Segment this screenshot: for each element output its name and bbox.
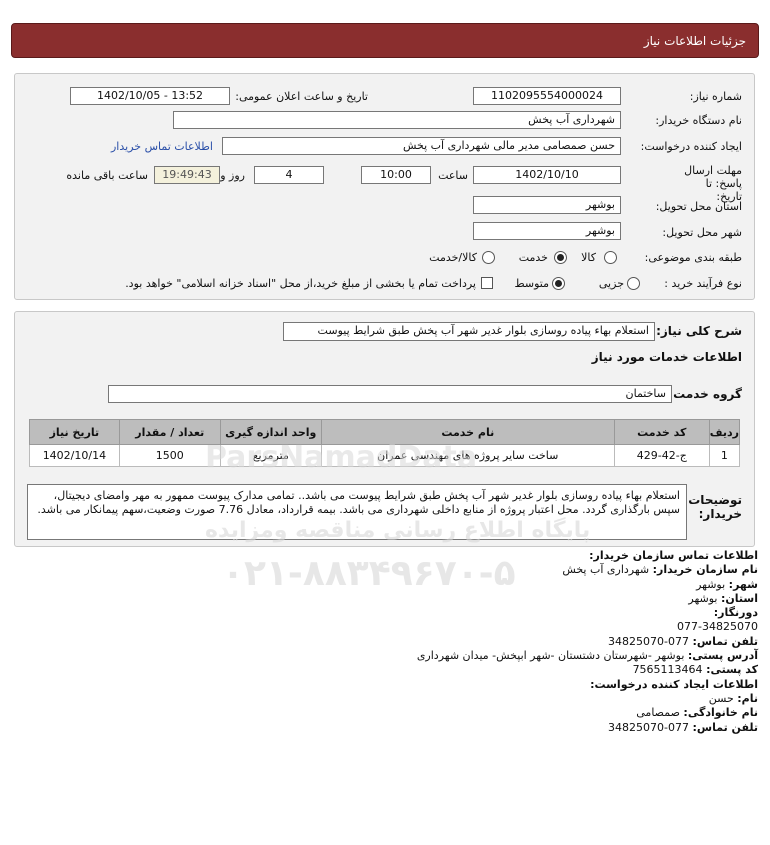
col-code: کد خدمت xyxy=(613,419,710,445)
col-row: ردیف xyxy=(708,419,741,445)
buyer-phone-line: تلفن تماس: 077-34825070 xyxy=(608,634,758,648)
page-title-bar: جزئيات اطلاعات نياز xyxy=(11,23,759,58)
treasury-payment-note: پرداخت تمام یا بخشی از مبلغ خرید،از محل … xyxy=(125,277,476,290)
process-medium-label: متوسط xyxy=(514,277,549,290)
process-minor-radio[interactable] xyxy=(627,277,640,290)
treasury-payment-checkbox[interactable] xyxy=(481,277,493,289)
col-date: تاریخ نیاز xyxy=(29,419,120,445)
buyer-postal-line: کد پستی: 7565113464 xyxy=(632,663,758,677)
cell-unit: مترمربع xyxy=(219,444,322,467)
creator-contact-heading: اطلاعات ایجاد کننده درخواست: xyxy=(590,677,758,691)
buyer-address-line: آدرس پستی: بوشهر -شهرستان دشتستان -شهر ا… xyxy=(416,649,758,663)
need-number-label: شماره نیاز: xyxy=(689,90,742,103)
cell-code: ج-42-429 xyxy=(613,444,710,467)
cell-name: ساخت سایر پروژه های مهندسی عمران xyxy=(320,444,615,467)
process-minor-label: جزیی xyxy=(598,277,624,290)
creator-label: ایجاد کننده درخواست: xyxy=(640,140,742,153)
province-label: استان محل تحویل: xyxy=(655,200,742,213)
category-goods-label: کالا xyxy=(581,251,596,264)
deadline-label: مهلت ارسال پاسخ: تا تاریخ: xyxy=(684,164,742,203)
category-goods-radio[interactable] xyxy=(604,251,617,264)
buyer-notes-field: استعلام بهاء پیاده روسازی بلوار غدیر شهر… xyxy=(27,484,687,540)
cell-qty: 1500 xyxy=(118,444,221,467)
announce-field: 1402/10/05 - 13:52 xyxy=(70,87,230,105)
contact-section: اطلاعات تماس سازمان خریدار: نام سازمان خ… xyxy=(18,549,758,735)
remaining-time-field: 19:49:43 xyxy=(154,166,220,184)
services-table: ردیف کد خدمت نام خدمت واحد اندازه گیری ت… xyxy=(29,419,741,467)
need-number-field: 1102095554000024 xyxy=(473,87,621,105)
city-label: شهر محل تحویل: xyxy=(662,226,742,239)
category-service-radio[interactable] xyxy=(554,251,567,264)
category-goods-service-radio[interactable] xyxy=(482,251,495,264)
buyer-org-field: شهرداری آب پخش xyxy=(173,111,621,129)
buyer-fax-value: 077-34825070 xyxy=(677,620,758,634)
category-goods-service-label: کالا/خدمت xyxy=(429,251,477,264)
category-service-label: خدمت xyxy=(518,251,548,264)
need-details-panel: شماره نیاز: 1102095554000024 تاریخ و ساع… xyxy=(14,73,755,300)
buyer-org-label: نام دستگاه خریدار: xyxy=(655,114,742,127)
creator-field: حسن صمصامی مدیر مالی شهرداری آب پخش xyxy=(222,137,621,155)
cell-row: 1 xyxy=(708,444,741,467)
need-summary-panel: شرح کلی نیاز: استعلام بهاء پیاده روسازی … xyxy=(14,311,755,547)
services-table-header: ردیف کد خدمت نام خدمت واحد اندازه گیری ت… xyxy=(29,419,741,445)
buyer-province-line: استان: بوشهر xyxy=(688,591,758,605)
col-qty: تعداد / مقدار xyxy=(118,419,221,445)
announce-label: تاریخ و ساعت اعلان عمومی: xyxy=(235,90,368,103)
process-medium-radio[interactable] xyxy=(552,277,565,290)
buyer-city-line: شهر: بوشهر xyxy=(696,577,758,591)
summary-field: استعلام بهاء پیاده روسازی بلوار غدیر شهر… xyxy=(283,322,655,341)
buyer-contact-heading: اطلاعات تماس سازمان خریدار: xyxy=(589,549,758,562)
days-label: روز و xyxy=(220,169,245,182)
buyer-contact-link[interactable]: اطلاعات تماس خریدار xyxy=(111,140,213,153)
remaining-label: ساعت باقی مانده xyxy=(66,169,148,182)
province-field: بوشهر xyxy=(473,196,621,214)
buyer-org-line: نام سازمان خریدار: شهرداری آب پخش xyxy=(562,563,758,577)
deadline-time-field: 10:00 xyxy=(361,166,431,184)
buyer-notes-label: توضیحات خریدار: xyxy=(688,493,742,521)
col-unit: واحد اندازه گیری xyxy=(219,419,322,445)
service-group-field: ساختمان xyxy=(108,385,672,403)
col-name: نام خدمت xyxy=(320,419,615,445)
table-row: 1 ج-42-429 ساخت سایر پروژه های مهندسی عم… xyxy=(29,444,741,467)
deadline-time-label: ساعت xyxy=(438,169,468,182)
process-label: نوع فرآیند خرید : xyxy=(664,277,742,290)
services-heading: اطلاعات خدمات مورد نیاز xyxy=(591,350,742,364)
creator-last-name-line: نام خانوادگی: صمصامی xyxy=(636,706,758,720)
service-group-label: گروه خدمت: xyxy=(668,387,742,401)
days-field: 4 xyxy=(254,166,324,184)
creator-phone-line: تلفن تماس: 077-34825070 xyxy=(608,720,758,734)
buyer-fax-line: دورنگار: xyxy=(713,606,758,620)
city-field: بوشهر xyxy=(473,222,621,240)
summary-label: شرح کلی نیاز: xyxy=(656,324,742,338)
page-title: جزئيات اطلاعات نياز xyxy=(643,34,746,48)
deadline-date-field: 1402/10/10 xyxy=(473,166,621,184)
creator-first-name-line: نام: حسن xyxy=(708,691,758,705)
category-label: طبقه بندی موضوعی: xyxy=(644,251,742,264)
cell-date: 1402/10/14 xyxy=(29,444,120,467)
